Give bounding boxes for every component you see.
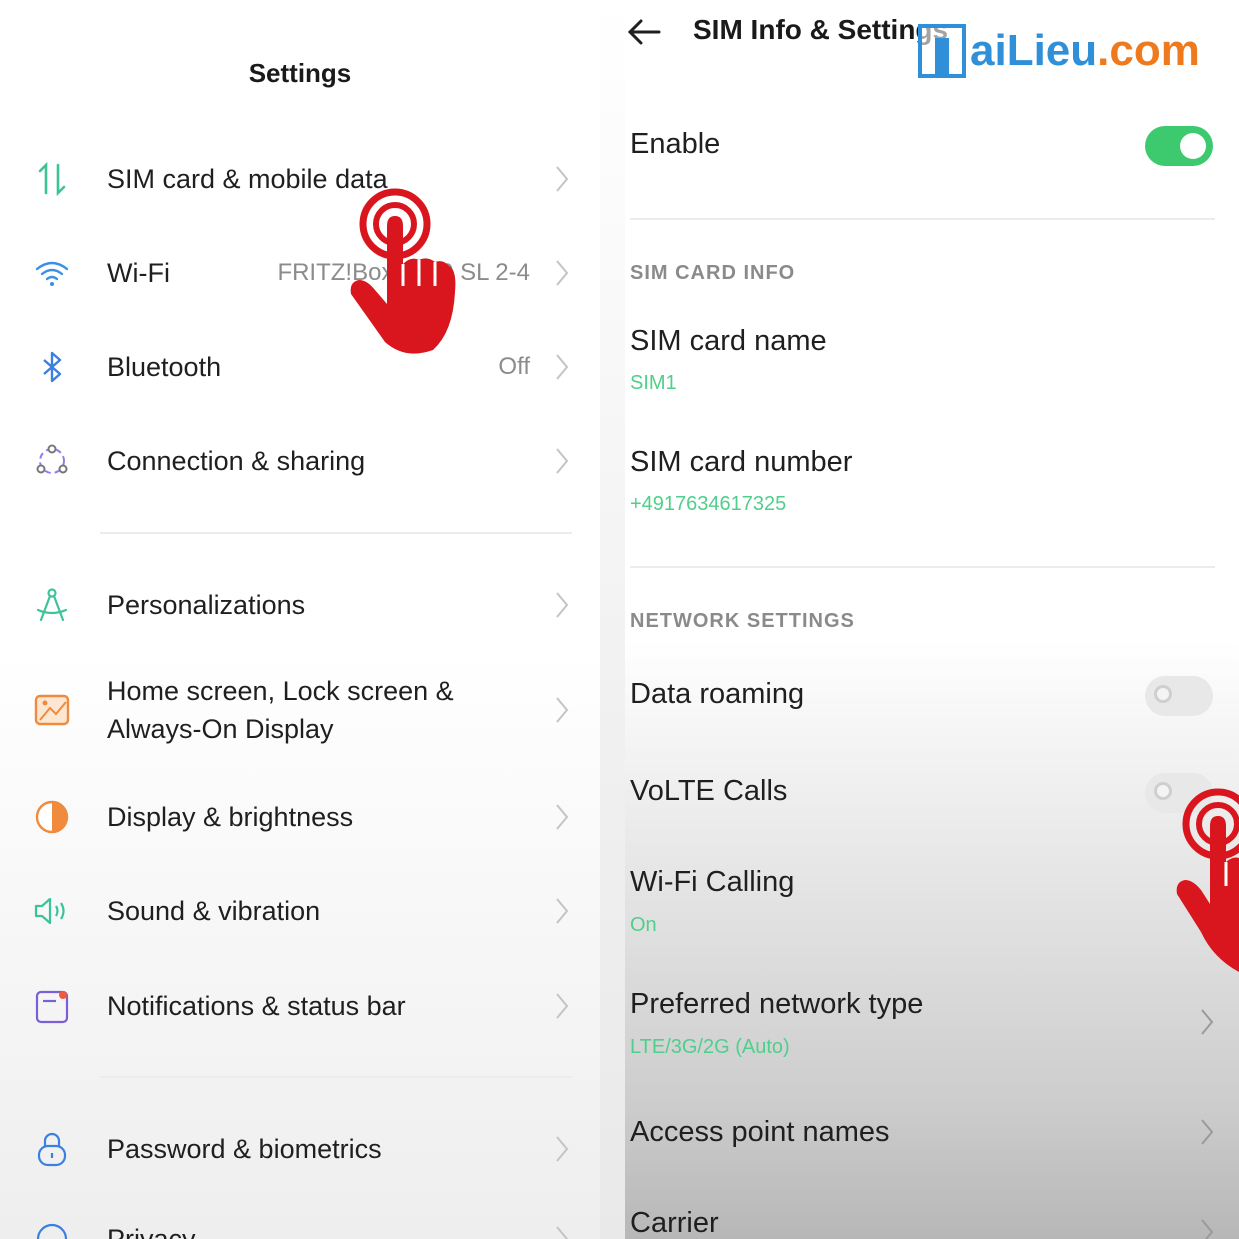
settings-item-label: Personalizations — [107, 590, 306, 620]
settings-item-sim-card[interactable]: SIM card & mobile data — [0, 134, 600, 224]
settings-item-label: Privacy — [107, 1224, 196, 1239]
settings-item-label: Notifications & status bar — [107, 991, 406, 1021]
settings-item-bluetooth[interactable]: Bluetooth Off — [0, 322, 600, 412]
bluetooth-icon — [43, 351, 62, 383]
connection-sharing-icon — [36, 444, 68, 474]
chevron-right-icon — [1201, 1119, 1214, 1145]
data-roaming-toggle[interactable] — [1145, 676, 1213, 716]
sim-card-name-label: SIM card name — [630, 325, 827, 357]
access-point-names-label: Access point names — [630, 1116, 890, 1148]
settings-item-display-brightness[interactable]: Display & brightness — [0, 772, 600, 862]
page-title: SIM Info & Settings — [693, 14, 949, 45]
chevron-right-icon — [556, 260, 569, 286]
pane-divider — [600, 0, 625, 1239]
chevron-right-icon — [556, 898, 569, 924]
settings-item-sound-vibration[interactable]: Sound & vibration — [0, 866, 600, 956]
lock-icon — [37, 1132, 67, 1167]
wifi-calling-value: On — [630, 914, 657, 936]
watermark-text: aiLieu.com — [970, 26, 1200, 76]
chevron-right-icon — [556, 993, 569, 1019]
settings-item-label: Bluetooth — [107, 352, 222, 382]
settings-item-label: Wi-Fi — [107, 258, 170, 288]
sim-card-number-label: SIM card number — [630, 446, 853, 478]
enable-label: Enable — [630, 128, 721, 160]
chevron-right-icon — [556, 1226, 569, 1239]
settings-item-label: Sound & vibration — [107, 896, 321, 926]
section-divider — [630, 218, 1215, 220]
enable-toggle[interactable] — [1145, 126, 1213, 166]
settings-item-label: Display & brightness — [107, 802, 354, 832]
settings-item-home-screen[interactable]: Home screen, Lock screen & Always-On Disp… — [0, 665, 600, 755]
preferred-network-label: Preferred network type — [630, 988, 924, 1020]
settings-item-personalizations[interactable]: Personalizations — [0, 560, 600, 650]
home-screen-icon — [34, 694, 70, 726]
preferred-network-value: LTE/3G/2G (Auto) — [630, 1036, 790, 1058]
watermark-logo: aiLieu.com — [918, 24, 1233, 80]
chevron-right-icon — [556, 697, 569, 723]
toggle-knob — [1154, 782, 1172, 800]
chevron-right-icon — [1201, 1219, 1214, 1239]
section-header-network-settings: NETWORK SETTINGS — [630, 610, 855, 632]
toggle-knob — [1154, 685, 1172, 703]
settings-screen: Settings SIM card & mobile data Wi-Fi FR… — [0, 0, 600, 1239]
chevron-right-icon — [556, 804, 569, 830]
bluetooth-status: Off — [498, 353, 530, 380]
volte-calls-label: VoLTE Calls — [630, 775, 788, 807]
notification-icon — [35, 990, 69, 1024]
watermark-text-main: aiLieu — [970, 26, 1098, 75]
chevron-right-icon — [556, 166, 569, 192]
section-divider — [100, 532, 572, 534]
label-line-1: Home screen, Lock screen & — [107, 676, 454, 706]
sim-info-screen: SIM Info & Settings Enable SIM CARD INFO… — [625, 0, 1239, 1239]
sim-card-number-value: +4917634617325 — [630, 493, 787, 515]
settings-item-password-biometrics[interactable]: Password & biometrics — [0, 1104, 600, 1194]
watermark-logo-mark — [918, 24, 966, 78]
page-title: Settings — [248, 58, 352, 88]
tap-hand-icon — [350, 188, 456, 354]
chevron-right-icon — [1201, 1009, 1214, 1035]
display-brightness-icon — [35, 800, 69, 834]
settings-item-label: Home screen, Lock screen & Always-On Disp… — [107, 672, 454, 748]
tap-hand-icon — [1176, 788, 1239, 972]
mobile-data-icon — [38, 161, 66, 197]
sound-icon — [34, 897, 65, 925]
chevron-right-icon — [556, 354, 569, 380]
sim-card-name-value: SIM1 — [630, 372, 677, 394]
personalization-icon — [36, 588, 68, 622]
toggle-knob — [1180, 133, 1206, 159]
back-arrow-icon[interactable] — [625, 14, 665, 50]
settings-item-label: Connection & sharing — [107, 446, 366, 476]
settings-item-connection-sharing[interactable]: Connection & sharing — [0, 416, 600, 506]
label-line-2: Always-On Display — [107, 714, 334, 744]
section-divider — [100, 1076, 572, 1078]
chevron-right-icon — [556, 592, 569, 618]
wifi-calling-label: Wi-Fi Calling — [630, 866, 795, 898]
privacy-icon — [36, 1223, 68, 1239]
chevron-right-icon — [556, 448, 569, 474]
wifi-icon — [35, 261, 69, 286]
watermark-text-domain: .com — [1097, 26, 1200, 75]
data-roaming-label: Data roaming — [630, 678, 805, 710]
section-divider — [630, 566, 1215, 568]
settings-item-privacy[interactable]: Privacy — [0, 1194, 600, 1239]
carrier-label: Carrier — [630, 1207, 719, 1239]
settings-item-wifi[interactable]: Wi-Fi FRITZ!Box 7490 SL 2-4 — [0, 228, 600, 318]
chevron-right-icon — [556, 1136, 569, 1162]
settings-item-notifications[interactable]: Notifications & status bar — [0, 961, 600, 1051]
settings-item-label: Password & biometrics — [107, 1134, 382, 1164]
section-header-sim-card-info: SIM CARD INFO — [630, 262, 796, 284]
